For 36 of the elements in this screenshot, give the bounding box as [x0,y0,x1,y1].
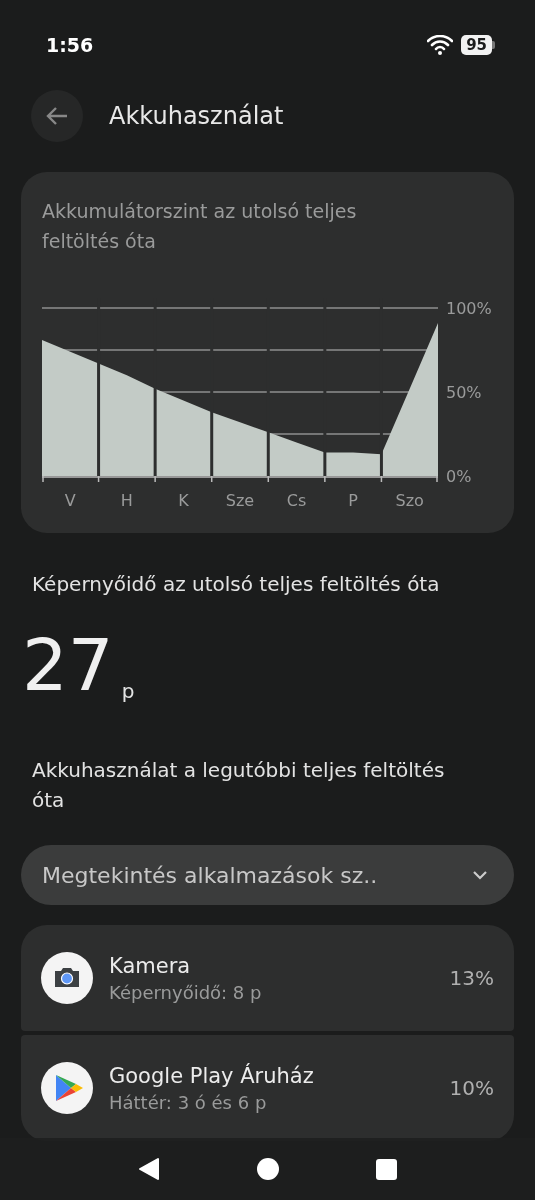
axis-label: K [178,491,189,510]
app-row[interactable]: Google Play Áruház Háttér: 3 ó és 6 p 10% [21,1035,514,1141]
page-title: Akkuhasználat [109,102,284,130]
status-time: 1:56 [46,34,94,56]
axis-label: 0% [446,467,472,486]
battery-level: 95 [461,35,492,55]
chevron-down-icon [472,870,488,880]
axis-label: Szo [395,491,424,510]
axis-label: H [120,491,133,510]
view-dropdown[interactable]: Megtekintés alkalmazások sz.. [21,845,514,905]
axis-label: 100% [446,299,492,318]
axis-label: P [348,491,358,510]
back-button[interactable] [31,90,83,142]
axis-label: 50% [446,383,482,402]
app-row[interactable]: Kamera Képernyőidő: 8 p 13% [21,925,514,1031]
play-store-icon [41,1062,93,1114]
app-percent: 10% [449,1076,494,1100]
app-detail: Képernyőidő: 8 p [109,981,263,1003]
recents-icon[interactable] [376,1158,397,1180]
axis-label: Sze [225,491,255,510]
screen-time-unit: p [121,679,135,705]
camera-icon [41,952,93,1004]
wifi-icon [427,35,454,55]
chart-title: Akkumulátorszint az utolsó teljes feltöltés óta [42,199,358,254]
app-detail: Háttér: 3 ó és 6 p [109,1091,268,1113]
app-percent: 13% [449,966,494,990]
axis-label: Cs [286,491,307,510]
section-label: Akkuhasználat a legutóbbi teljes feltöltés óta [32,757,446,814]
app-name: Google Play Áruház [109,1063,315,1088]
section-label: Képernyőidő az utolsó teljes feltöltés óta [32,571,441,598]
back-icon[interactable] [138,1157,160,1181]
app-name: Kamera [109,953,192,978]
axis-label: V [64,491,76,510]
screen-time-value: 27 [22,625,114,705]
back-arrow-icon [46,106,68,126]
home-icon[interactable] [256,1157,280,1181]
